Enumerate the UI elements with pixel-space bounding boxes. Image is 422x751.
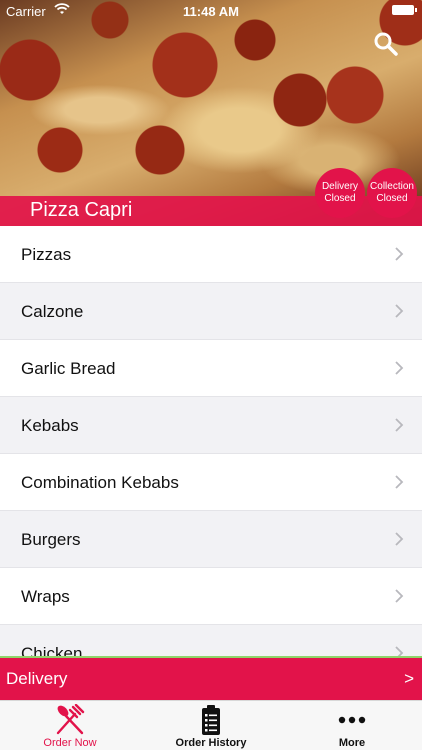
category-row-calzone[interactable]: Calzone (0, 283, 422, 340)
tab-label: More (338, 737, 366, 749)
clipboard-list-icon (202, 705, 220, 735)
chevron-right-icon (395, 646, 404, 656)
category-row-garlic-bread[interactable]: Garlic Bread (0, 340, 422, 397)
category-row-combination-kebabs[interactable]: Combination Kebabs (0, 454, 422, 511)
chevron-right-icon (395, 589, 404, 603)
battery-icon (392, 5, 417, 15)
tab-label: Order Now (43, 737, 97, 749)
more-dots-icon (338, 716, 366, 724)
delivery-mode-label: Delivery (6, 669, 68, 688)
chevron-right-icon (395, 418, 404, 432)
tab-order-history[interactable]: Order History (141, 701, 281, 751)
tab-label: Order History (175, 737, 247, 749)
category-label: Burgers (21, 530, 81, 549)
chevron-right-icon (395, 475, 404, 489)
chevron-right-icon (395, 247, 404, 261)
delivery-mode-arrow: > (404, 669, 414, 688)
collection-status-line1: Collection (370, 181, 414, 192)
category-label: Pizzas (21, 245, 72, 264)
category-row-pizzas[interactable]: Pizzas (0, 226, 422, 283)
collection-status-badge: Collection Closed (367, 168, 417, 218)
category-label: Kebabs (21, 416, 79, 435)
category-label: Combination Kebabs (21, 473, 179, 492)
delivery-status-badge: Delivery Closed (315, 168, 365, 218)
status-bar: Carrier 11:48 AM (0, 0, 422, 22)
category-row-chicken[interactable]: Chicken (0, 625, 422, 656)
category-label: Wraps (21, 587, 70, 606)
chevron-right-icon (395, 304, 404, 318)
chevron-right-icon (395, 361, 404, 375)
chevron-right-icon (395, 532, 404, 546)
delivery-mode-bar[interactable]: Delivery > (0, 656, 422, 700)
delivery-status-line1: Delivery (321, 181, 359, 192)
tab-more[interactable]: More (282, 701, 422, 751)
fork-knife-icon (56, 704, 85, 735)
category-row-burgers[interactable]: Burgers (0, 511, 422, 568)
category-label: Chicken (21, 644, 83, 656)
tab-bar: Order Now Order History More (0, 700, 422, 750)
clock: 11:48 AM (183, 4, 239, 19)
delivery-status-line2: Closed (324, 193, 356, 204)
category-label: Calzone (21, 302, 84, 321)
restaurant-name: Pizza Capri (30, 199, 133, 221)
category-row-kebabs[interactable]: Kebabs (0, 397, 422, 454)
search-icon[interactable] (372, 30, 400, 58)
category-list: Pizzas Calzone Garlic Bread Kebabs Combi… (0, 226, 422, 656)
hero-image: Carrier 11:48 AM Pizza Capri Delivery Cl… (0, 0, 422, 226)
category-label: Garlic Bread (21, 359, 116, 378)
collection-status-line2: Closed (376, 193, 408, 204)
category-row-wraps[interactable]: Wraps (0, 568, 422, 625)
tab-order-now[interactable]: Order Now (0, 701, 140, 751)
